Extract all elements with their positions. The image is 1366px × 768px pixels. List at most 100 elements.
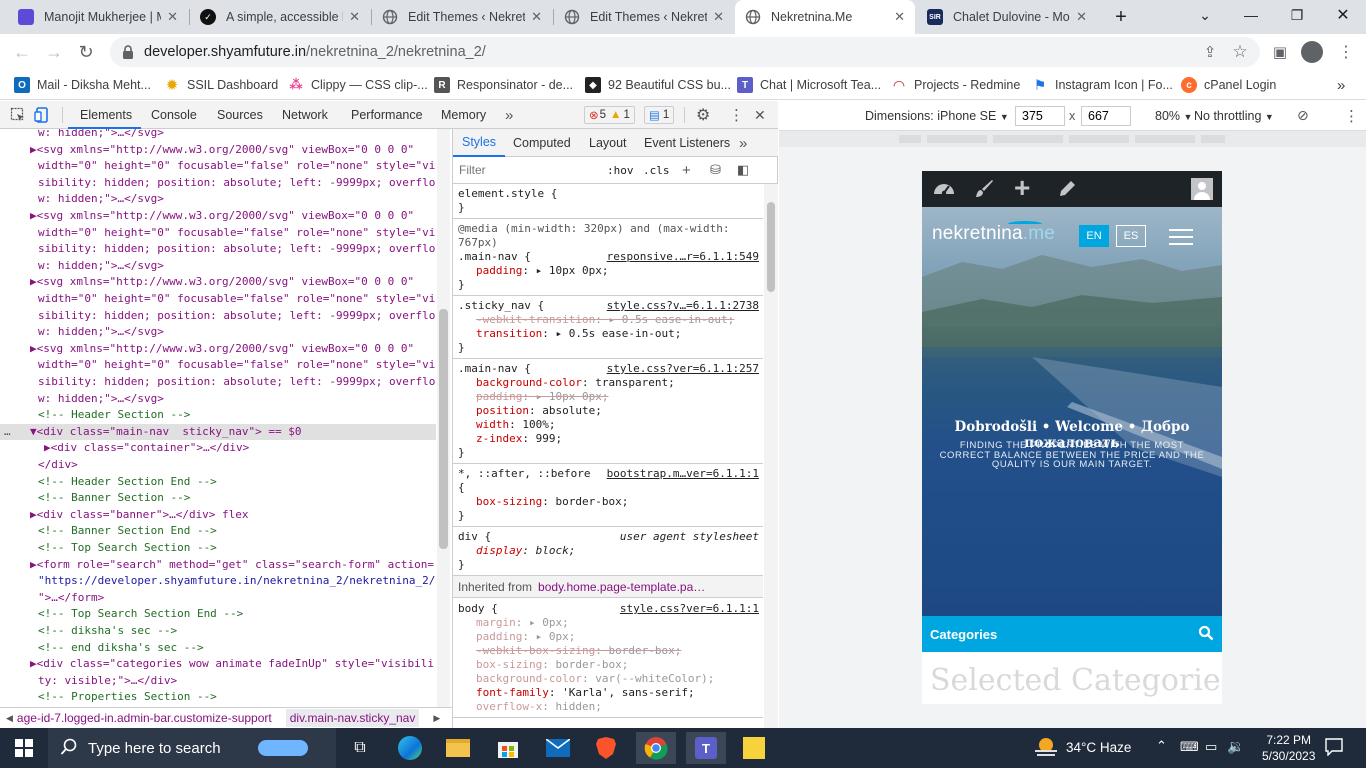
hover-state-toggle[interactable]: :hov	[607, 164, 634, 177]
tab-memory[interactable]: Memory	[441, 101, 486, 129]
tab-elements[interactable]: Elements	[80, 101, 132, 129]
css-property[interactable]: box-sizing: border-box;	[458, 495, 759, 509]
device-toolbar-menu-icon[interactable]: ⋮	[1344, 107, 1359, 125]
css-property-name[interactable]: font-family	[476, 686, 549, 699]
dom-node-line[interactable]: ">…</form>	[0, 590, 436, 607]
network-icon[interactable]: ⌨	[1180, 739, 1199, 755]
css-rule[interactable]: .main-nav {style.css?ver=6.1.1:257 backgr…	[453, 359, 763, 464]
bookmark-instagram[interactable]: ⚑ Instagram Icon | Fo...	[1032, 75, 1173, 95]
breadcrumb-left-arrow-icon[interactable]: ◀	[6, 713, 13, 724]
new-tab-button[interactable]: +	[1098, 2, 1144, 32]
breadcrumb-right-arrow-icon[interactable]: ▶	[433, 713, 440, 724]
elements-scrollbar[interactable]	[437, 129, 450, 707]
subtab-styles[interactable]: Styles	[453, 129, 506, 157]
breadcrumb-body[interactable]: age-id-7.logged-in.admin-bar.customize-s…	[17, 711, 272, 725]
dom-node-line[interactable]: ▶<svg xmlns="http://www.w3.org/2000/svg"…	[0, 142, 436, 159]
css-property-name[interactable]: width	[476, 418, 509, 431]
hamburger-menu-icon[interactable]	[1169, 229, 1193, 245]
css-rule[interactable]: *, ::after, ::before bootstrap.m…ver=6.1.…	[453, 464, 763, 527]
address-bar[interactable]: developer.shyamfuture.in/nekretnina_2/ne…	[110, 37, 1260, 67]
tab-performance[interactable]: Performance	[351, 101, 423, 129]
customize-brush-icon[interactable]	[973, 178, 995, 203]
css-property-value[interactable]: ▸ 10px 0px;	[536, 264, 609, 277]
dom-node-line[interactable]: sibility: hidden; position: absolute; le…	[0, 308, 436, 325]
chrome-browser-icon[interactable]	[636, 732, 676, 764]
minimize-button[interactable]: —	[1228, 0, 1274, 30]
dom-comment[interactable]: <!-- Header Section -->	[0, 407, 436, 424]
tab-console[interactable]: Console	[151, 101, 197, 129]
browser-tab-6[interactable]: SIR Chalet Dulovine - Mon ✕	[917, 0, 1097, 34]
browser-tab-3[interactable]: Edit Themes ‹ Nekretn ✕	[372, 0, 552, 34]
subtab-layout[interactable]: Layout	[589, 129, 627, 157]
weather-text[interactable]: 34°C Haze	[1066, 740, 1131, 755]
dom-comment[interactable]: <!-- Banner Section -->	[0, 490, 436, 507]
bookmarks-overflow-icon[interactable]: »	[1337, 75, 1345, 95]
show-hidden-icons-chevron-icon[interactable]: ⌃	[1156, 738, 1167, 754]
tab-search-icon[interactable]: ⌄	[1182, 0, 1228, 30]
css-property-name[interactable]: box-sizing	[476, 658, 542, 671]
css-property-name[interactable]: padding	[476, 264, 522, 277]
lock-icon[interactable]	[122, 45, 134, 59]
css-property-name[interactable]: margin	[476, 616, 516, 629]
dom-node-line[interactable]: ▶<div class="categories wow animate fade…	[0, 656, 436, 673]
css-property-name[interactable]: padding	[476, 630, 522, 643]
weather-haze-icon[interactable]	[1033, 736, 1059, 763]
dom-node-line[interactable]: "https://developer.shyamfuture.in/nekret…	[0, 573, 436, 590]
dom-node-line[interactable]: sibility: hidden; position: absolute; le…	[0, 175, 436, 192]
css-property-value[interactable]: border-box;	[608, 644, 681, 657]
css-property-name[interactable]: -webkit-box-sizing	[476, 644, 595, 657]
elements-tree[interactable]: w: hidden;">…</svg> ▶<svg xmlns="http://w…	[0, 129, 452, 707]
brave-browser-icon[interactable]	[586, 732, 626, 764]
bookmark-css-buttons[interactable]: ◆ 92 Beautiful CSS bu...	[585, 75, 731, 95]
issues-counter[interactable]: ⊗ 5 ▲ 1	[584, 106, 635, 124]
css-property-name[interactable]: background-color	[476, 376, 582, 389]
css-property[interactable]: padding: ▸ 10px 0px;	[458, 264, 759, 278]
css-property-value[interactable]: var(--whiteColor);	[595, 672, 714, 685]
dom-node-line[interactable]: sibility: hidden; position: absolute; le…	[0, 241, 436, 258]
tab-network[interactable]: Network	[282, 101, 328, 129]
subtab-computed[interactable]: Computed	[513, 129, 571, 157]
volume-icon[interactable]: 🔉	[1227, 738, 1244, 755]
inherited-from-node[interactable]: body.home.page-template.pa…	[538, 580, 705, 594]
paint-icon[interactable]: ⛁	[710, 162, 721, 178]
clock[interactable]: 7:22 PM 5/30/2023	[1262, 732, 1315, 764]
categories-bar[interactable]: Categories	[922, 616, 1222, 652]
css-rule[interactable]: div {user agent stylesheet display: block…	[453, 527, 763, 576]
css-selector[interactable]: element.style {	[458, 187, 759, 201]
dom-node-line[interactable]: w: hidden;">…</svg>	[0, 391, 436, 408]
search-icon[interactable]	[1198, 625, 1214, 644]
dom-comment[interactable]: <!-- Header Section End -->	[0, 474, 436, 491]
subtab-event-listeners[interactable]: Event Listeners	[644, 129, 730, 157]
bookmark-redmine[interactable]: ◠ Projects - Redmine	[891, 75, 1021, 95]
css-rule[interactable]: @media (min-width: 320px) and (max-width…	[453, 219, 763, 296]
css-property-value[interactable]: 'Karla', sans-serif;	[562, 686, 694, 699]
css-property-value[interactable]: border-box;	[555, 495, 628, 508]
browser-tab-4[interactable]: Edit Themes ‹ Nekretn ✕	[554, 0, 734, 34]
css-property-value[interactable]: border-box;	[555, 658, 628, 671]
device-height-input[interactable]	[1081, 106, 1131, 126]
toggle-sidebar-icon[interactable]: ◧	[737, 162, 749, 178]
add-new-plus-icon[interactable]: +	[1014, 173, 1030, 203]
css-property[interactable]: overflow-x: hidden;	[458, 700, 759, 714]
close-tab-icon[interactable]: ✕	[894, 9, 905, 25]
css-selector-continued[interactable]: {	[458, 481, 759, 495]
css-property-name[interactable]: z-index	[476, 432, 522, 445]
close-tab-icon[interactable]: ✕	[713, 9, 724, 25]
devtools-menu-icon[interactable]: ⋮	[729, 101, 744, 129]
dom-node-line[interactable]: w: hidden;">…</svg>	[0, 129, 436, 142]
css-source-link[interactable]: bootstrap.m…ver=6.1.1:1	[607, 467, 759, 481]
css-property-name[interactable]: -webkit-transition	[476, 313, 595, 326]
throttling-select[interactable]: No throttling ▼	[1194, 109, 1274, 123]
dom-node-line[interactable]: ▶<svg xmlns="http://www.w3.org/2000/svg"…	[0, 341, 436, 358]
bookmark-clippy[interactable]: ⁂ Clippy — CSS clip-...	[288, 75, 427, 95]
css-rule[interactable]: element.style {}	[453, 184, 763, 219]
css-property-name[interactable]: position	[476, 404, 529, 417]
close-devtools-icon[interactable]: ✕	[754, 101, 766, 129]
browser-tab-5-active[interactable]: Nekretnina.Me ✕	[735, 0, 915, 34]
inspect-element-icon[interactable]	[10, 101, 26, 129]
bookmark-teams[interactable]: T Chat | Microsoft Tea...	[737, 75, 881, 95]
dom-comment[interactable]: <!-- Properties Section -->	[0, 689, 436, 706]
dom-comment[interactable]: <!-- end diksha's sec -->	[0, 640, 436, 657]
dom-node-line[interactable]: ▶<svg xmlns="http://www.w3.org/2000/svg"…	[0, 274, 436, 291]
dom-node-line[interactable]: ▶<form role="search" method="get" class=…	[0, 557, 436, 574]
